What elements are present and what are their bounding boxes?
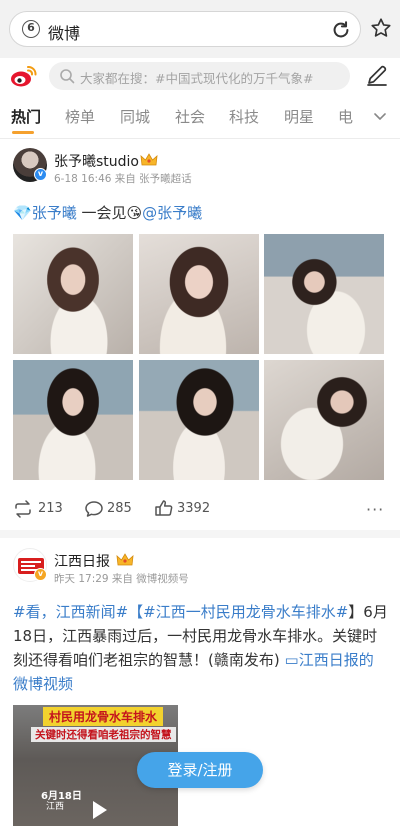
tab-society[interactable]: 社会 bbox=[175, 106, 205, 127]
crown-icon bbox=[116, 553, 134, 566]
post-text: 💎张予曦 一会见😘@张予曦 bbox=[13, 204, 203, 222]
comment-icon[interactable] bbox=[84, 500, 104, 518]
photo-4[interactable] bbox=[13, 360, 133, 480]
video-link-icon: ▭ bbox=[284, 651, 299, 669]
mention-link[interactable]: @张予曦 bbox=[142, 204, 202, 222]
hashtag-link[interactable]: #看，江西新闻# bbox=[13, 603, 128, 621]
photo-1[interactable] bbox=[13, 234, 133, 354]
search-icon bbox=[60, 69, 75, 84]
repost-icon[interactable] bbox=[13, 500, 33, 518]
photo-5[interactable] bbox=[139, 360, 259, 480]
site-icon: 6 bbox=[22, 20, 40, 38]
verified-badge-icon: v bbox=[34, 168, 47, 181]
header-divider bbox=[0, 138, 400, 139]
video-location: 江西 bbox=[46, 802, 65, 812]
comment-count: 285 bbox=[107, 501, 132, 516]
tab-hot[interactable]: 热门 bbox=[11, 106, 41, 127]
tab-rankings[interactable]: 榜单 bbox=[65, 106, 95, 127]
play-icon[interactable] bbox=[93, 801, 107, 819]
post-author[interactable]: 江西日报 bbox=[54, 551, 110, 571]
post-meta: 昨天 17:29 来自 微博视频号 bbox=[54, 573, 189, 585]
post-text: #看，江西新闻#【#江西一村民用龙骨水车排水#】6月18日，江西暴雨过后，一村民… bbox=[13, 600, 388, 696]
reload-icon[interactable] bbox=[330, 19, 352, 41]
chevron-down-icon[interactable] bbox=[372, 108, 388, 124]
weibo-logo-icon[interactable] bbox=[10, 64, 38, 88]
tab-local[interactable]: 同城 bbox=[120, 106, 150, 127]
compose-icon[interactable] bbox=[365, 63, 389, 87]
photo-6[interactable] bbox=[264, 360, 384, 480]
search-input[interactable]: 大家都在搜：#中国式现代化的万千气象# bbox=[49, 62, 350, 90]
bracket-open: 【 bbox=[128, 603, 144, 621]
photo-2[interactable] bbox=[139, 234, 259, 354]
bookmark-star-icon[interactable] bbox=[370, 17, 392, 39]
login-register-button[interactable]: 登录/注册 bbox=[137, 752, 263, 788]
url-text: 微博 bbox=[48, 24, 81, 43]
browser-toolbar: 6 微博 bbox=[0, 0, 400, 58]
like-count: 3392 bbox=[177, 501, 211, 516]
diamond-icon: 💎 bbox=[13, 204, 32, 222]
post-meta: 6-18 16:46 来自 张予曦超话 bbox=[54, 173, 192, 185]
more-options-icon[interactable]: ··· bbox=[366, 500, 384, 519]
crown-icon bbox=[140, 153, 158, 166]
tab-tech[interactable]: 科技 bbox=[229, 106, 259, 127]
tab-stars[interactable]: 明星 bbox=[284, 106, 314, 127]
photo-3[interactable] bbox=[264, 234, 384, 354]
search-placeholder: 大家都在搜：#中国式现代化的万千气象# bbox=[80, 71, 314, 86]
channel-tabs: 热门 榜单 同城 社会 科技 明星 电 bbox=[0, 98, 400, 138]
hashtag-link[interactable]: #江西一村民用龙骨水车排水# bbox=[143, 603, 348, 621]
mention-link[interactable]: 张予曦 bbox=[32, 204, 77, 222]
video-banner: 村民用龙骨水车排水 bbox=[43, 707, 164, 726]
video-subtitle: 关键时还得看咱老祖宗的智慧 bbox=[31, 727, 176, 742]
post-separator bbox=[0, 530, 400, 538]
repost-count: 213 bbox=[38, 501, 63, 516]
like-icon[interactable] bbox=[154, 499, 174, 517]
weibo-header: 大家都在搜：#中国式现代化的万千气象# bbox=[0, 58, 400, 94]
emoji: 😘 bbox=[126, 204, 143, 222]
verified-badge-icon: v bbox=[34, 568, 47, 581]
active-tab-indicator bbox=[12, 131, 34, 134]
tab-partial[interactable]: 电 bbox=[338, 106, 353, 127]
post-author[interactable]: 张予曦studio bbox=[54, 151, 139, 171]
address-bar[interactable]: 6 微博 bbox=[9, 11, 361, 47]
